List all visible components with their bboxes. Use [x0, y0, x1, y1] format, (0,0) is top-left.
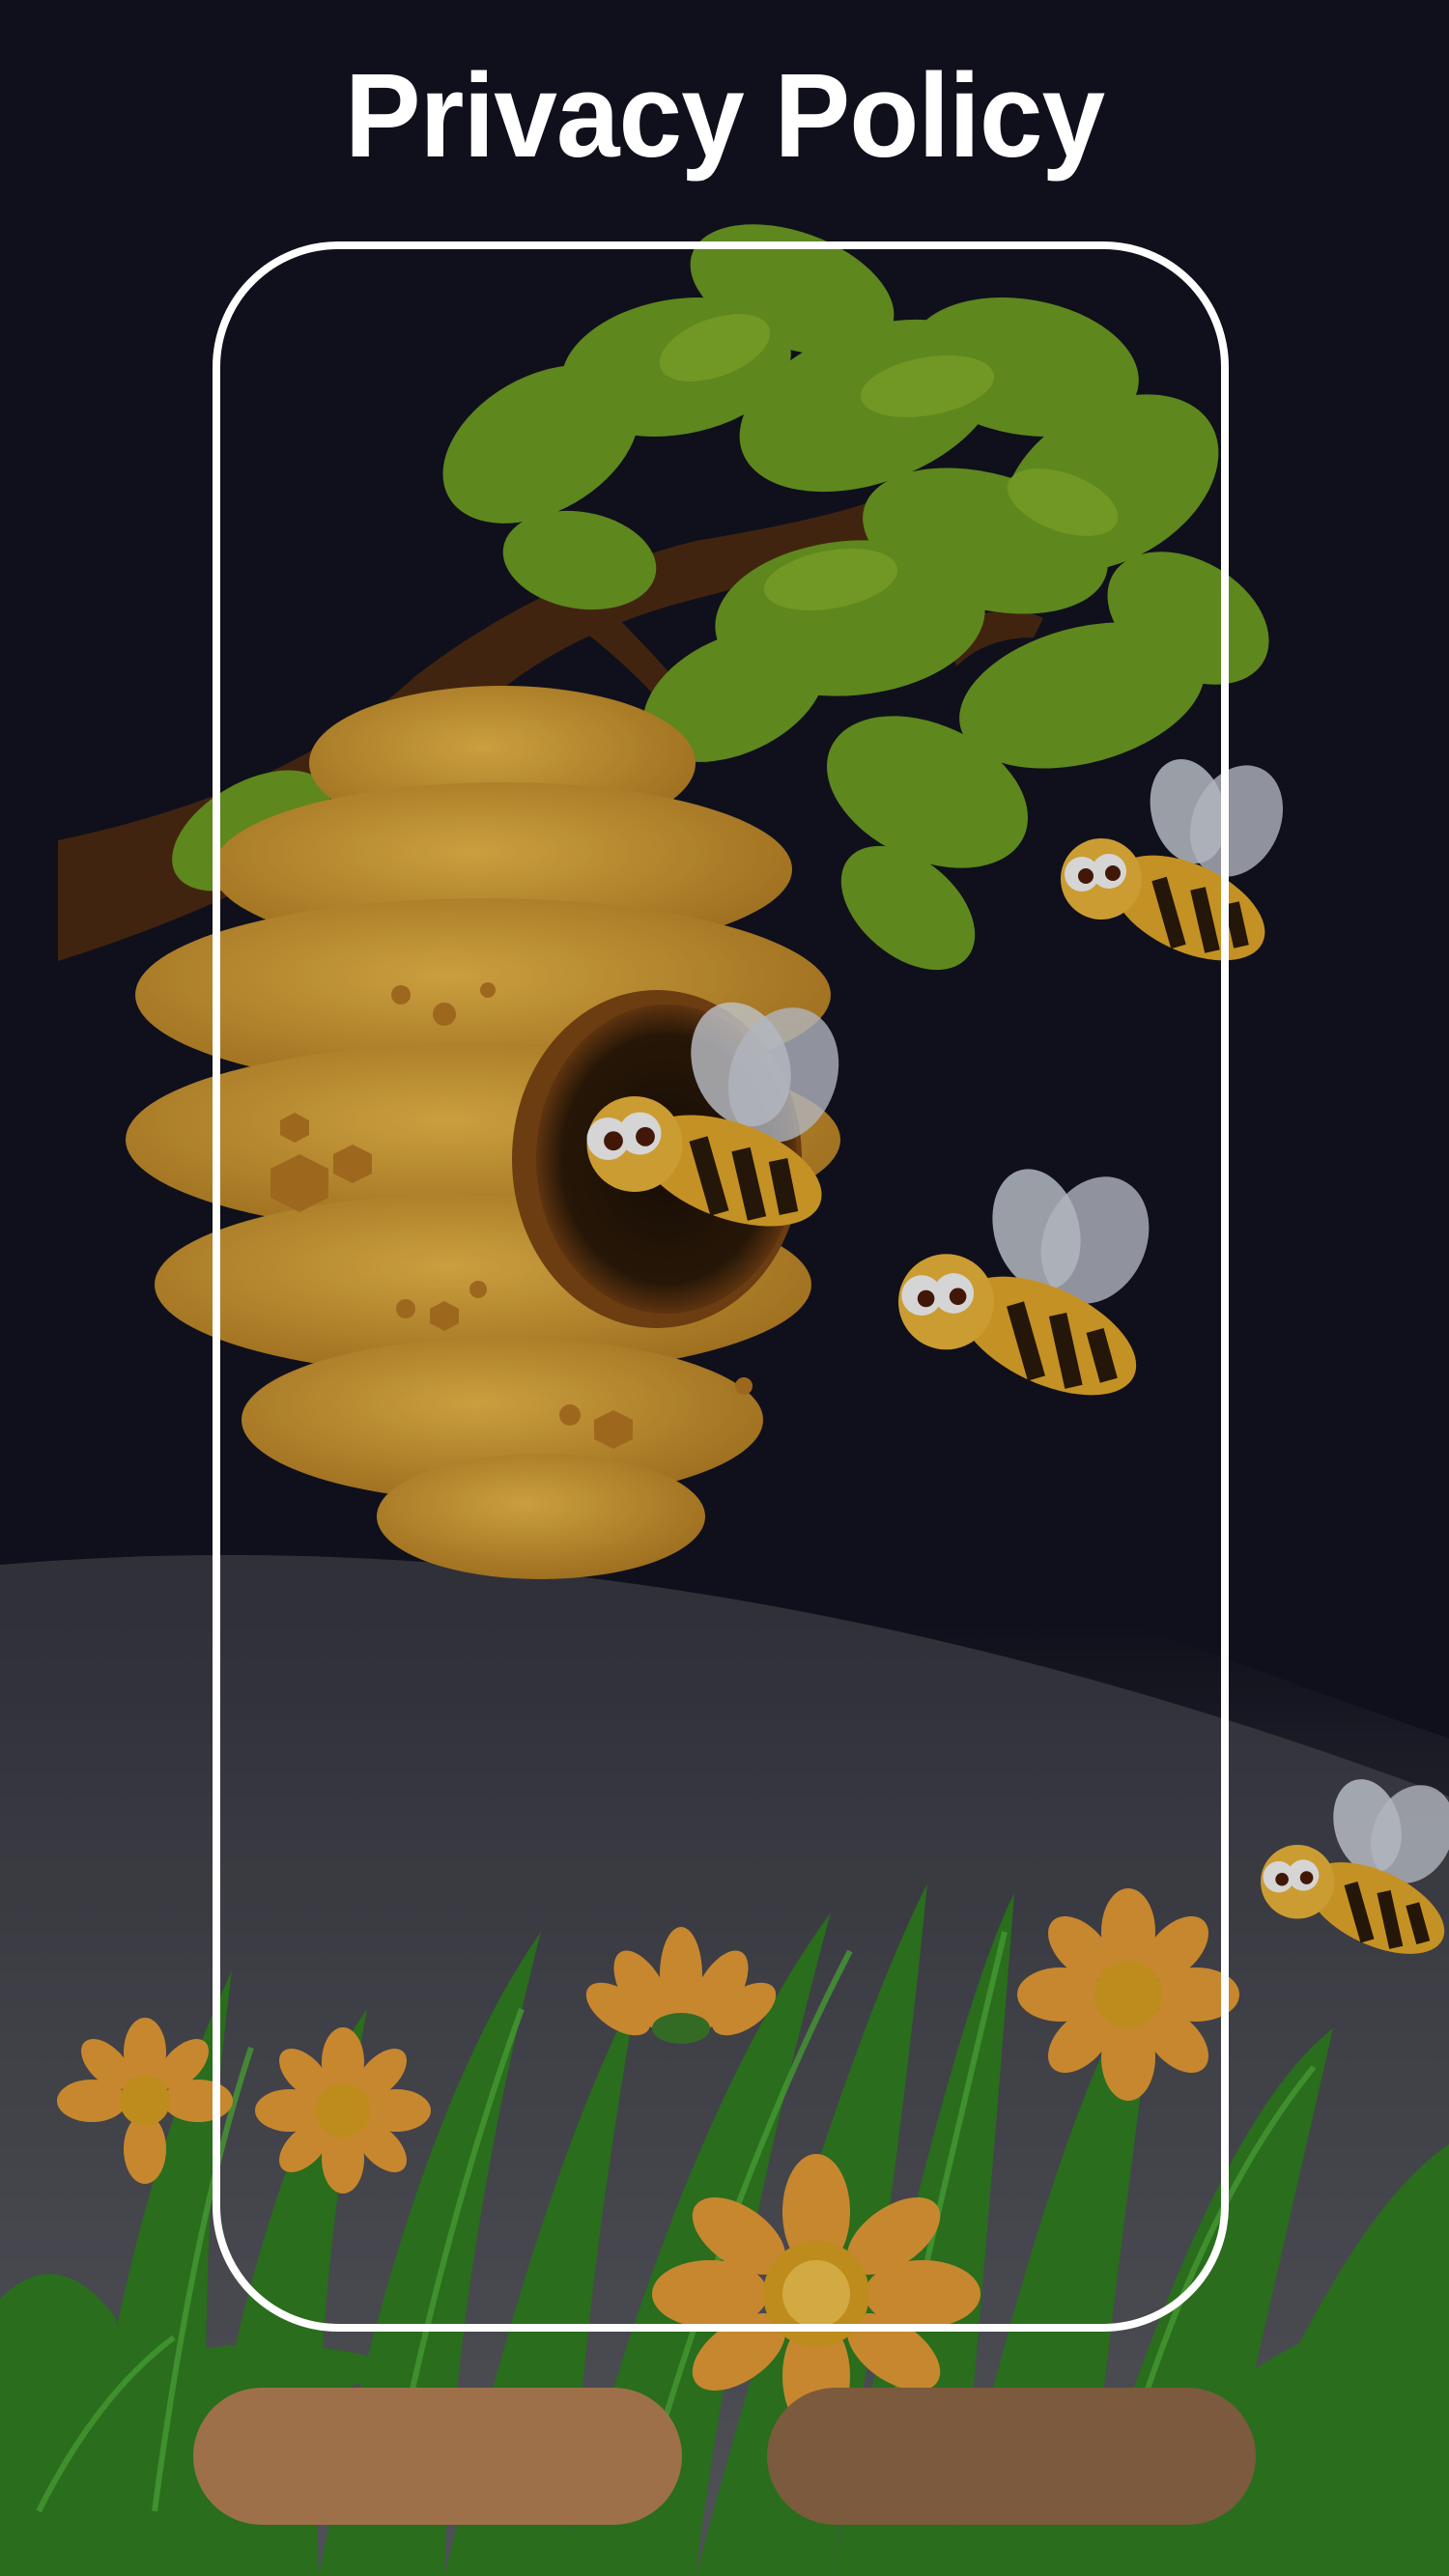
left-action-button[interactable] — [193, 2388, 682, 2525]
right-action-button[interactable] — [767, 2388, 1256, 2525]
page-title: Privacy Policy — [344, 48, 1105, 184]
policy-content-frame[interactable] — [213, 241, 1229, 2332]
